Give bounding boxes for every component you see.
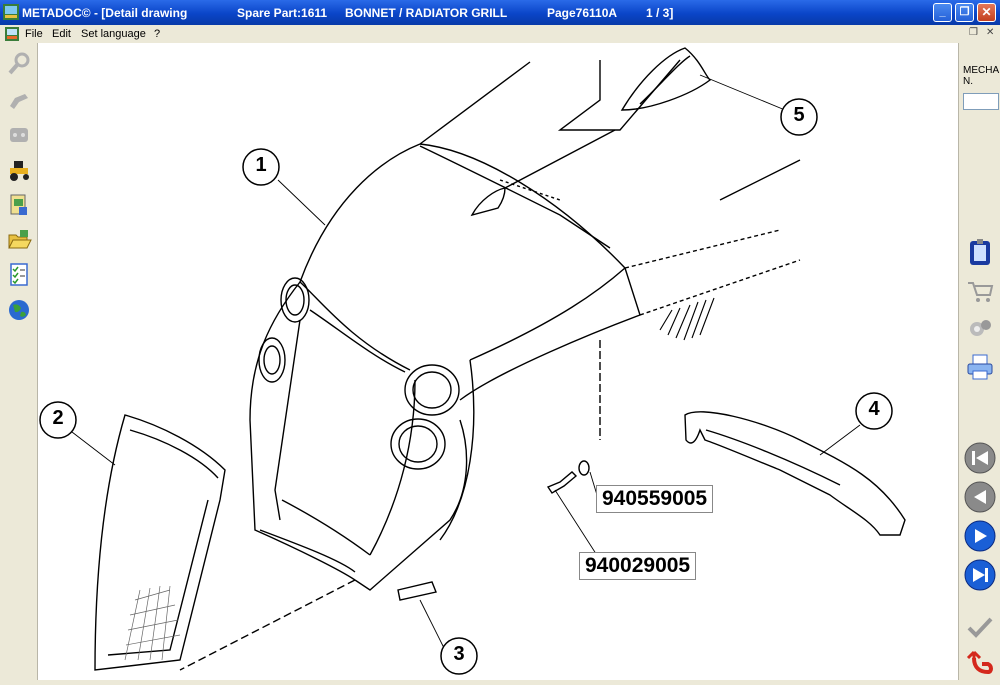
tractor-icon bbox=[10, 161, 29, 181]
last-page-button[interactable] bbox=[963, 558, 997, 592]
menu-set-language[interactable]: Set language bbox=[81, 28, 146, 40]
next-page-icon bbox=[964, 520, 996, 552]
left-toolbar bbox=[0, 43, 38, 680]
clipboard-icon bbox=[970, 239, 990, 265]
ref-number-2[interactable]: 2 bbox=[39, 407, 77, 430]
search-icon bbox=[8, 52, 30, 75]
folder-open-icon bbox=[8, 230, 32, 249]
tool-icon bbox=[10, 94, 28, 109]
exploded-view-drawing bbox=[39, 47, 906, 675]
globe-icon bbox=[9, 300, 29, 320]
section-title: BONNET / RADIATOR GRILL bbox=[345, 6, 508, 20]
part-number-bolt[interactable]: 940029005 bbox=[579, 552, 697, 580]
checklist-button[interactable] bbox=[4, 260, 34, 290]
open-folder-button[interactable] bbox=[4, 225, 34, 255]
catalog-icon bbox=[10, 194, 27, 215]
detail-drawing-canvas[interactable]: 1 2 3 4 5 940559005 940029005 bbox=[38, 43, 958, 680]
previous-page-icon bbox=[964, 481, 996, 513]
back-button[interactable] bbox=[964, 646, 996, 678]
ref-number-5[interactable]: 5 bbox=[780, 104, 818, 127]
ref-number-1[interactable]: 1 bbox=[242, 154, 280, 177]
restore-button[interactable]: ❐ bbox=[955, 3, 974, 22]
clipboard-button[interactable] bbox=[964, 237, 996, 269]
title-bar: METADOC© - [Detail drawing Spare Part:16… bbox=[0, 0, 1000, 25]
mechanic-label: MECHA N. bbox=[963, 65, 1000, 87]
tractor-button[interactable] bbox=[4, 155, 34, 185]
catalog-button[interactable] bbox=[4, 190, 34, 220]
document-icon[interactable] bbox=[4, 26, 20, 42]
print-button[interactable] bbox=[964, 351, 996, 383]
first-page-icon bbox=[964, 442, 996, 474]
engine-icon bbox=[10, 128, 28, 142]
close-button[interactable]: ✕ bbox=[977, 3, 996, 22]
page-label: Page76110A bbox=[547, 6, 618, 20]
last-page-icon bbox=[964, 559, 996, 591]
parts-button[interactable] bbox=[964, 313, 996, 345]
cart-button[interactable] bbox=[964, 275, 996, 307]
search-button[interactable] bbox=[4, 49, 34, 79]
confirm-button[interactable] bbox=[964, 611, 996, 643]
engine-button[interactable] bbox=[4, 120, 34, 150]
mdi-close-button[interactable]: ✕ bbox=[986, 27, 994, 38]
menu-edit[interactable]: Edit bbox=[52, 28, 71, 40]
check-icon bbox=[967, 617, 993, 638]
globe-button[interactable] bbox=[4, 295, 34, 325]
ref-number-3[interactable]: 3 bbox=[440, 643, 478, 666]
right-panel: MECHA N. bbox=[958, 43, 1000, 680]
mechanic-input[interactable] bbox=[963, 93, 999, 110]
app-title: METADOC© - [Detail drawing bbox=[22, 6, 188, 20]
metadoc-app-icon bbox=[3, 4, 19, 20]
printer-icon bbox=[967, 354, 993, 380]
cart-icon bbox=[968, 282, 994, 302]
checklist-icon bbox=[10, 263, 28, 286]
previous-page-button[interactable] bbox=[963, 480, 997, 514]
page-count: 1 / 3] bbox=[646, 6, 674, 20]
minimize-button[interactable]: _ bbox=[933, 3, 952, 22]
tool-button[interactable] bbox=[4, 85, 34, 115]
menu-help[interactable]: ? bbox=[154, 28, 160, 40]
parts-icon bbox=[970, 320, 991, 336]
next-page-button[interactable] bbox=[963, 519, 997, 553]
back-icon bbox=[966, 650, 993, 675]
spare-part-label: Spare Part:1611 bbox=[237, 6, 328, 20]
menu-bar: File Edit Set language ? ❐ ✕ bbox=[0, 25, 1000, 43]
first-page-button[interactable] bbox=[963, 441, 997, 475]
ref-number-4[interactable]: 4 bbox=[855, 398, 893, 421]
part-number-washer[interactable]: 940559005 bbox=[596, 485, 714, 513]
menu-file[interactable]: File bbox=[25, 28, 43, 40]
mdi-restore-button[interactable]: ❐ bbox=[969, 27, 978, 38]
